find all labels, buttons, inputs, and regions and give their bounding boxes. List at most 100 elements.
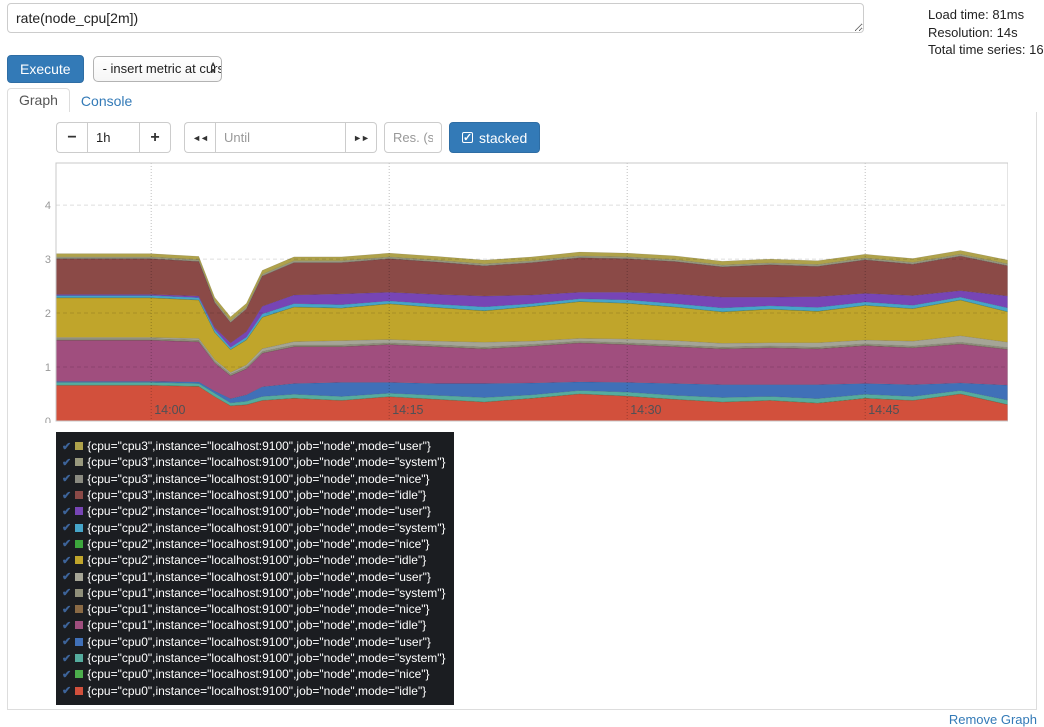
legend-color-swatch <box>75 605 83 613</box>
y-axis-tick-label: 0 <box>45 416 51 423</box>
load-time: Load time: 81ms <box>928 6 1044 24</box>
graph-controls: − + ◄◄ ►► stacked <box>56 122 540 153</box>
execute-button[interactable]: Execute <box>7 55 84 83</box>
resolution: Resolution: 14s <box>928 24 1044 42</box>
y-axis-tick-label: 3 <box>45 254 51 266</box>
legend-series-label: {cpu="cpu3",instance="localhost:9100",jo… <box>87 439 431 453</box>
tab-bar: Graph Console <box>7 88 1037 113</box>
remove-graph-link[interactable]: Remove Graph <box>949 712 1037 727</box>
legend-series-label: {cpu="cpu1",instance="localhost:9100",jo… <box>87 618 426 632</box>
legend-item[interactable]: ✔ {cpu="cpu1",instance="localhost:9100",j… <box>62 617 448 633</box>
legend-series-label: {cpu="cpu0",instance="localhost:9100",jo… <box>87 651 445 665</box>
legend-series-label: {cpu="cpu1",instance="localhost:9100",jo… <box>87 586 445 600</box>
legend-series-label: {cpu="cpu2",instance="localhost:9100",jo… <box>87 537 429 551</box>
total-time-series: Total time series: 16 <box>928 41 1044 59</box>
range-increase-button[interactable]: + <box>140 122 171 153</box>
legend-color-swatch <box>75 540 83 548</box>
legend-color-swatch <box>75 670 83 678</box>
legend-check-icon: ✔ <box>62 489 71 502</box>
insert-metric-select[interactable]: - insert metric at cursor - ▲▼ <box>93 56 222 82</box>
legend-item[interactable]: ✔ {cpu="cpu0",instance="localhost:9100",j… <box>62 634 448 650</box>
legend-color-swatch <box>75 573 83 581</box>
legend-item[interactable]: ✔ {cpu="cpu3",instance="localhost:9100",j… <box>62 487 448 503</box>
legend-check-icon: ✔ <box>62 603 71 616</box>
legend-check-icon: ✔ <box>62 619 71 632</box>
legend-color-swatch <box>75 638 83 646</box>
legend-color-swatch <box>75 687 83 695</box>
graph-panel: − + ◄◄ ►► stacked 14:0014:1514:3014:4501… <box>7 112 1037 710</box>
legend-series-label: {cpu="cpu3",instance="localhost:9100",jo… <box>87 455 445 469</box>
legend-series-label: {cpu="cpu1",instance="localhost:9100",jo… <box>87 602 429 616</box>
stacked-area-chart[interactable]: 14:0014:1514:3014:4501234 <box>36 157 1008 423</box>
legend-check-icon: ✔ <box>62 586 71 599</box>
x-axis-tick-label: 14:45 <box>868 403 899 417</box>
legend-check-icon: ✔ <box>62 570 71 583</box>
tab-console[interactable]: Console <box>70 90 143 113</box>
legend-color-swatch <box>75 458 83 466</box>
query-stats: Load time: 81ms Resolution: 14s Total ti… <box>928 6 1044 59</box>
x-axis-tick-label: 14:15 <box>392 403 423 417</box>
legend-item[interactable]: ✔ {cpu="cpu0",instance="localhost:9100",j… <box>62 666 448 682</box>
range-decrease-button[interactable]: − <box>56 122 87 153</box>
legend-item[interactable]: ✔ {cpu="cpu3",instance="localhost:9100",j… <box>62 471 448 487</box>
stacked-label: stacked <box>479 129 527 147</box>
legend-item[interactable]: ✔ {cpu="cpu0",instance="localhost:9100",j… <box>62 682 448 698</box>
legend-check-icon: ✔ <box>62 635 71 648</box>
legend-item[interactable]: ✔ {cpu="cpu1",instance="localhost:9100",j… <box>62 601 448 617</box>
stacked-toggle-button[interactable]: stacked <box>449 122 540 153</box>
seek-forward-button[interactable]: ►► <box>346 122 377 153</box>
legend-check-icon: ✔ <box>62 440 71 453</box>
x-axis-tick-label: 14:30 <box>630 403 661 417</box>
time-input-group: ◄◄ ►► <box>184 122 377 153</box>
legend-check-icon: ✔ <box>62 521 71 534</box>
legend-series-label: {cpu="cpu0",instance="localhost:9100",jo… <box>87 667 429 681</box>
legend-color-swatch <box>75 491 83 499</box>
legend-item[interactable]: ✔ {cpu="cpu2",instance="localhost:9100",j… <box>62 503 448 519</box>
legend-series-label: {cpu="cpu0",instance="localhost:9100",jo… <box>87 635 431 649</box>
legend-color-swatch <box>75 621 83 629</box>
legend-series-label: {cpu="cpu2",instance="localhost:9100",jo… <box>87 504 431 518</box>
legend-item[interactable]: ✔{cpu="cpu0",instance="localhost:9100",j… <box>62 650 448 666</box>
legend-check-icon: ✔ <box>62 472 71 485</box>
tab-graph[interactable]: Graph <box>7 88 70 113</box>
legend-item[interactable]: ✔ {cpu="cpu2",instance="localhost:9100",j… <box>62 519 448 535</box>
legend-color-swatch <box>75 507 83 515</box>
legend-item[interactable]: ✔ {cpu="cpu1",instance="localhost:9100",j… <box>62 568 448 584</box>
range-input-group: − + <box>56 122 171 153</box>
legend-series-label: {cpu="cpu2",instance="localhost:9100",jo… <box>87 521 445 535</box>
legend-series-label: {cpu="cpu0",instance="localhost:9100",jo… <box>87 684 426 698</box>
legend-series-label: {cpu="cpu2",instance="localhost:9100",jo… <box>87 553 426 567</box>
legend-item[interactable]: ✔ {cpu="cpu1",instance="localhost:9100",j… <box>62 585 448 601</box>
seek-back-button[interactable]: ◄◄ <box>184 122 215 153</box>
legend-series-label: {cpu="cpu3",instance="localhost:9100",jo… <box>87 488 426 502</box>
until-input[interactable] <box>215 122 346 153</box>
range-input[interactable] <box>87 122 140 153</box>
prometheus-expression-browser: rate(node_cpu[2m]) Load time: 81ms Resol… <box>0 0 1044 727</box>
legend-item[interactable]: ✔ {cpu="cpu3",instance="localhost:9100",j… <box>62 438 448 454</box>
legend-color-swatch <box>75 524 83 532</box>
resolution-input[interactable] <box>384 122 442 153</box>
series-legend: ✔ {cpu="cpu3",instance="localhost:9100",j… <box>56 432 454 705</box>
legend-check-icon: ✔ <box>62 668 71 681</box>
legend-color-swatch <box>75 442 83 450</box>
select-spinner-icon: ▲▼ <box>210 61 217 75</box>
insert-metric-select-label: - insert metric at cursor - <box>103 61 222 76</box>
legend-color-swatch <box>75 556 83 564</box>
legend-check-icon: ✔ <box>62 505 71 518</box>
execute-row: Execute - insert metric at cursor - ▲▼ <box>7 55 222 83</box>
legend-check-icon: ✔ <box>62 554 71 567</box>
legend-item[interactable]: ✔{cpu="cpu2",instance="localhost:9100",j… <box>62 536 448 552</box>
expression-input[interactable]: rate(node_cpu[2m]) <box>7 3 864 33</box>
legend-series-label: {cpu="cpu1",instance="localhost:9100",jo… <box>87 570 431 584</box>
legend-series-label: {cpu="cpu3",instance="localhost:9100",jo… <box>87 472 429 486</box>
y-axis-tick-label: 1 <box>45 362 51 374</box>
legend-item[interactable]: ✔ {cpu="cpu3",instance="localhost:9100",j… <box>62 454 448 470</box>
legend-check-icon: ✔ <box>62 456 71 469</box>
legend-color-swatch <box>75 475 83 483</box>
legend-color-swatch <box>75 589 83 597</box>
y-axis-tick-label: 2 <box>45 308 51 320</box>
legend-check-icon: ✔ <box>62 684 71 697</box>
remove-graph-row: Remove Graph <box>7 711 1037 727</box>
checked-icon <box>462 132 473 143</box>
legend-item[interactable]: ✔ {cpu="cpu2",instance="localhost:9100",j… <box>62 552 448 568</box>
